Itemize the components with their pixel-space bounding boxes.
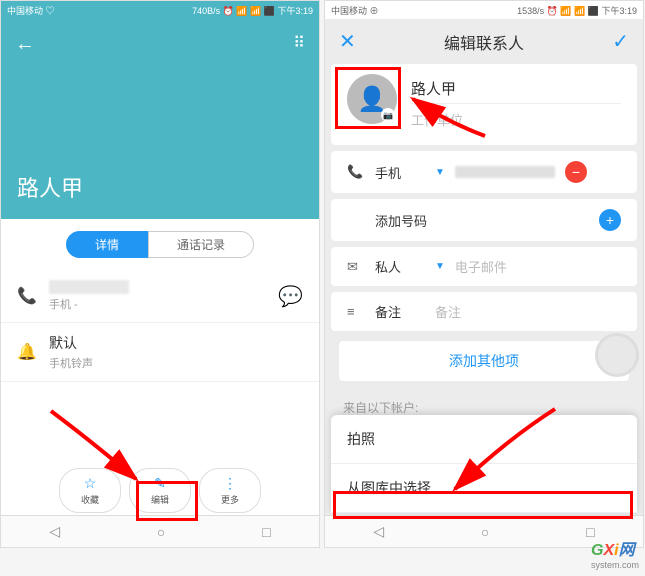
phone-field-row[interactable]: 📞 手机 ▼ −: [331, 151, 637, 193]
notes-input[interactable]: 备注: [435, 302, 621, 321]
status-carrier: 中国移动 ♡: [7, 4, 55, 17]
contact-avatar[interactable]: 👤 📷: [347, 74, 397, 124]
more-label: 更多: [221, 493, 239, 506]
email-row[interactable]: ✉ 私人 ▼ 电子邮件: [331, 247, 637, 286]
nav-home-icon[interactable]: ○: [157, 524, 165, 540]
dropdown-icon[interactable]: ▼: [435, 167, 445, 178]
phone-type-label: 手机: [375, 163, 425, 182]
edit-contact-screen: 中国移动 ⊕ 1538/s ⏰ 📶 📶 ⬛ 下午3:19 ✕ 编辑联系人 ✓ 👤…: [324, 0, 644, 548]
qrcode-icon[interactable]: ⠿: [293, 33, 305, 53]
pencil-icon: ✎: [154, 475, 166, 492]
tabs: 详情 通话记录: [1, 219, 319, 270]
account-from-label: 来自以下帐户:: [343, 399, 625, 416]
tab-detail[interactable]: 详情: [66, 231, 148, 258]
phone-icon: 📞: [347, 164, 365, 180]
edit-header: ✕ 编辑联系人 ✓: [325, 19, 643, 64]
sheet-gallery-option[interactable]: 从图库中选择: [331, 464, 637, 513]
add-number-row[interactable]: 添加号码 +: [331, 199, 637, 241]
notes-icon: ≡: [347, 304, 365, 319]
status-bar: 中国移动 ⊕ 1538/s ⏰ 📶 📶 ⬛ 下午3:19: [325, 1, 643, 19]
message-icon[interactable]: 💬: [278, 284, 303, 309]
android-navbar: ◁ ○ □: [1, 515, 319, 547]
avatar-section: 👤 📷 路人甲 工作单位: [331, 64, 637, 145]
edit-button[interactable]: ✎ 编辑: [129, 468, 191, 513]
phone-value[interactable]: [455, 166, 555, 178]
email-input[interactable]: 电子邮件: [455, 257, 621, 276]
confirm-icon[interactable]: ✓: [612, 29, 629, 54]
more-icon: ⋮: [223, 475, 237, 492]
add-number-label: 添加号码: [375, 211, 589, 230]
phone-icon: 📞: [17, 286, 37, 306]
close-icon[interactable]: ✕: [339, 29, 356, 54]
ringtone-row[interactable]: 🔔 默认 手机铃声: [1, 323, 319, 382]
remove-phone-button[interactable]: −: [565, 161, 587, 183]
contact-detail-screen: 中国移动 ♡ 740B/s ⏰ 📶 📶 ⬛ 下午3:19 ← ⠿ 路人甲 详情 …: [0, 0, 320, 548]
sheet-camera-option[interactable]: 拍照: [331, 415, 637, 464]
phone-row[interactable]: 📞 手机 - 💬: [1, 270, 319, 323]
phone-type: 手机 -: [49, 296, 266, 312]
contact-header: ← ⠿ 路人甲: [1, 19, 319, 219]
tab-call-log[interactable]: 通话记录: [148, 231, 254, 258]
nav-home-icon[interactable]: ○: [481, 524, 489, 540]
name-field[interactable]: 路人甲: [411, 74, 621, 104]
add-phone-button[interactable]: +: [599, 209, 621, 231]
more-button[interactable]: ⋮ 更多: [199, 468, 261, 513]
contact-name: 路人甲: [17, 171, 83, 203]
watermark: GXi网 system.com: [591, 536, 639, 570]
work-field[interactable]: 工作单位: [411, 104, 621, 135]
ringtone-label: 手机铃声: [49, 355, 303, 371]
edit-label: 编辑: [151, 493, 169, 506]
nav-back-icon[interactable]: ◁: [49, 523, 60, 540]
camera-icon: 📷: [381, 108, 395, 122]
phone-number: [49, 280, 129, 294]
ringtone-value: 默认: [49, 333, 303, 353]
notes-row[interactable]: ≡ 备注 备注: [331, 292, 637, 331]
star-icon: ☆: [84, 475, 97, 492]
photo-source-sheet: 拍照 从图库中选择: [331, 415, 637, 513]
back-icon[interactable]: ←: [15, 33, 35, 56]
favorite-label: 收藏: [81, 493, 99, 506]
status-bar: 中国移动 ♡ 740B/s ⏰ 📶 📶 ⬛ 下午3:19: [1, 1, 319, 19]
bell-icon: 🔔: [17, 342, 37, 362]
status-time: 1538/s ⏰ 📶 📶 ⬛ 下午3:19: [517, 4, 637, 17]
dropdown-icon[interactable]: ▼: [435, 261, 445, 272]
nav-back-icon[interactable]: ◁: [373, 523, 384, 540]
status-carrier: 中国移动 ⊕: [331, 4, 379, 17]
nav-recent-icon[interactable]: □: [262, 524, 270, 540]
bottom-actions: ☆ 收藏 ✎ 编辑 ⋮ 更多: [1, 468, 319, 513]
page-title: 编辑联系人: [444, 30, 524, 54]
status-time: 740B/s ⏰ 📶 📶 ⬛ 下午3:19: [192, 4, 313, 17]
favorite-button[interactable]: ☆ 收藏: [59, 468, 121, 513]
floating-button[interactable]: [595, 333, 639, 377]
add-other-button[interactable]: 添加其他项: [339, 341, 629, 381]
email-icon: ✉: [347, 259, 365, 275]
email-type-label: 私人: [375, 257, 425, 276]
notes-label: 备注: [375, 302, 425, 321]
